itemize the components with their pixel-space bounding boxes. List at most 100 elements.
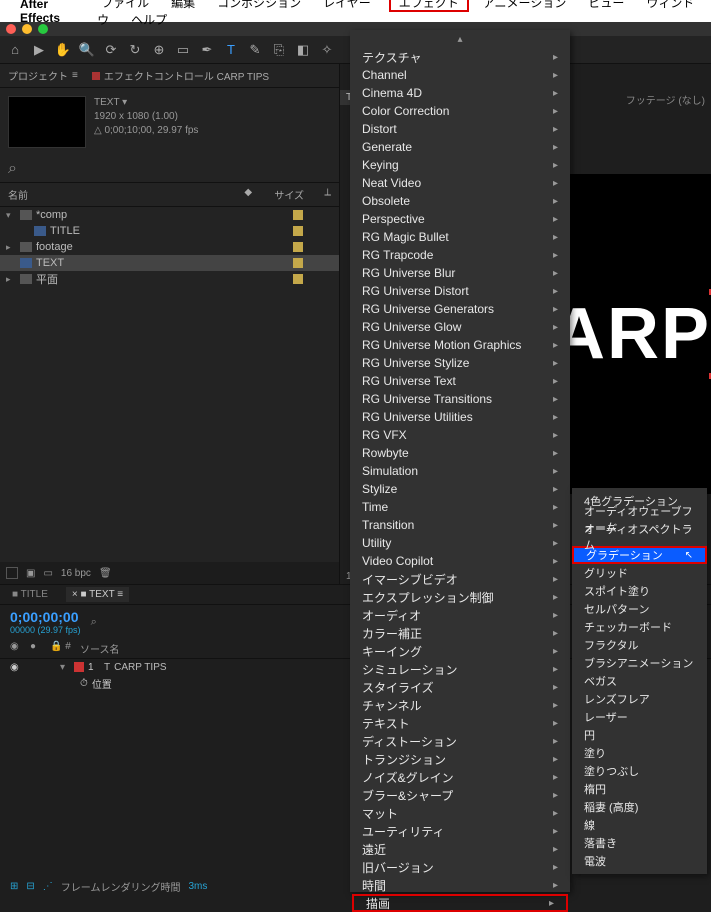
eraser-tool-icon[interactable]: ◧ <box>294 41 312 59</box>
effect-category[interactable]: 描画▸ <box>352 894 568 912</box>
search-icon[interactable]: ⌕ <box>91 616 97 629</box>
effect-category[interactable]: RG Universe Text▸ <box>350 372 570 390</box>
effect-category[interactable]: ディストーション▸ <box>350 732 570 750</box>
overflow-icon[interactable]: ⟂ <box>324 187 331 202</box>
project-tree[interactable]: ▾*compTITLE▸footageTEXT▸平面 <box>0 207 339 287</box>
effect-category[interactable]: 時間▸ <box>350 876 570 894</box>
rect-tool-icon[interactable]: ▭ <box>174 41 192 59</box>
scroll-up-icon[interactable]: ▴ <box>350 34 570 48</box>
effect-category[interactable]: マット▸ <box>350 804 570 822</box>
anchor-tool-icon[interactable]: ⊕ <box>150 41 168 59</box>
rotate-tool-icon[interactable]: ↻ <box>126 41 144 59</box>
type-tool-icon[interactable]: T <box>222 41 240 59</box>
effect-item[interactable]: 落書き <box>572 834 707 852</box>
effect-category[interactable]: Neat Video▸ <box>350 174 570 192</box>
effect-category[interactable]: トランジション▸ <box>350 750 570 768</box>
effect-category[interactable]: RG VFX▸ <box>350 426 570 444</box>
menu-レイヤー[interactable]: レイヤー <box>319 0 375 12</box>
effect-item[interactable]: レンズフレア <box>572 690 707 708</box>
effect-item[interactable]: 塗りつぶし <box>572 762 707 780</box>
menu-アニメーション[interactable]: アニメーション <box>479 0 571 12</box>
effect-controls-tab[interactable]: エフェクトコントロール CARP TIPS <box>92 68 269 83</box>
source-name-header[interactable]: ソース名 <box>80 641 120 656</box>
effect-category[interactable]: スタイライズ▸ <box>350 678 570 696</box>
effect-category[interactable]: Distort▸ <box>350 120 570 138</box>
effect-category[interactable]: 旧バージョン▸ <box>350 858 570 876</box>
zoom-tool-icon[interactable]: 🔍 <box>78 41 96 59</box>
toggle-modes-icon[interactable]: ⊟ <box>26 881 34 892</box>
menu-エフェクト[interactable]: エフェクト <box>389 0 469 12</box>
minimize-icon[interactable] <box>22 24 32 34</box>
effect-category[interactable]: RG Universe Distort▸ <box>350 282 570 300</box>
effect-item[interactable]: セルパターン <box>572 600 707 618</box>
trash-icon[interactable]: 🗑 <box>99 568 112 579</box>
effect-item[interactable]: グラデーション↖ <box>572 546 707 564</box>
effect-item[interactable]: フラクタル <box>572 636 707 654</box>
bpc-toggle[interactable]: 16 bpc <box>61 568 91 579</box>
effect-category[interactable]: 遠近▸ <box>350 840 570 858</box>
effect-category[interactable]: Keying▸ <box>350 156 570 174</box>
effect-category[interactable]: イマーシブビデオ▸ <box>350 570 570 588</box>
effect-category[interactable]: テキスト▸ <box>350 714 570 732</box>
effect-category[interactable]: Utility▸ <box>350 534 570 552</box>
effect-category[interactable]: RG Trapcode▸ <box>350 246 570 264</box>
orbit-icon[interactable]: ⟳ <box>102 41 120 59</box>
effect-item[interactable]: スポイト塗り <box>572 582 707 600</box>
effect-item[interactable]: オーディオスペクトラム <box>572 528 707 546</box>
current-timecode[interactable]: 0;00;00;00 <box>10 609 81 625</box>
effect-category[interactable]: Transition▸ <box>350 516 570 534</box>
comp-viewer[interactable]: CARP <box>550 174 711 494</box>
brush-tool-icon[interactable]: ✎ <box>246 41 264 59</box>
tag-column[interactable]: ◆ <box>244 187 274 202</box>
label-color-icon[interactable] <box>74 662 84 672</box>
effect-category[interactable]: チャンネル▸ <box>350 696 570 714</box>
effect-item[interactable]: 電波 <box>572 852 707 870</box>
effect-category[interactable]: Video Copilot▸ <box>350 552 570 570</box>
effect-menu[interactable]: ▴ テクスチャ▸Channel▸Cinema 4D▸Color Correcti… <box>350 30 570 892</box>
effect-category[interactable]: キーイング▸ <box>350 642 570 660</box>
menu-編集[interactable]: 編集 <box>167 0 199 12</box>
roto-tool-icon[interactable]: ✧ <box>318 41 336 59</box>
effect-category[interactable]: Time▸ <box>350 498 570 516</box>
project-item[interactable]: TITLE <box>0 223 339 239</box>
timeline-tab-text[interactable]: × ■ TEXT ≡ <box>66 587 129 602</box>
effect-category[interactable]: RG Universe Blur▸ <box>350 264 570 282</box>
effect-category[interactable]: RG Universe Transitions▸ <box>350 390 570 408</box>
new-comp-icon[interactable]: ▣ <box>26 568 35 579</box>
effect-category[interactable]: ユーティリティ▸ <box>350 822 570 840</box>
pen-tool-icon[interactable]: ✒ <box>198 41 216 59</box>
effect-category[interactable]: Stylize▸ <box>350 480 570 498</box>
effect-item[interactable]: グリッド <box>572 564 707 582</box>
viewer-text[interactable]: CARP <box>550 293 711 375</box>
effect-category[interactable]: RG Universe Glow▸ <box>350 318 570 336</box>
effect-category[interactable]: テクスチャ▸ <box>350 48 570 66</box>
menu-ビュー[interactable]: ビュー <box>584 0 628 12</box>
effect-category[interactable]: RG Universe Generators▸ <box>350 300 570 318</box>
effect-item[interactable]: 線 <box>572 816 707 834</box>
effect-item[interactable]: 楕円 <box>572 780 707 798</box>
effect-category[interactable]: Cinema 4D▸ <box>350 84 570 102</box>
selection-tool-icon[interactable]: ▶ <box>30 41 48 59</box>
project-item[interactable]: ▸footage <box>0 239 339 255</box>
effect-category[interactable]: RG Universe Utilities▸ <box>350 408 570 426</box>
menu-ヘルプ[interactable]: ヘルプ <box>127 11 171 29</box>
hand-tool-icon[interactable]: ✋ <box>54 41 72 59</box>
effect-category[interactable]: RG Magic Bullet▸ <box>350 228 570 246</box>
effect-category[interactable]: RG Universe Motion Graphics▸ <box>350 336 570 354</box>
effect-category[interactable]: Rowbyte▸ <box>350 444 570 462</box>
comp-thumbnail[interactable] <box>8 96 86 148</box>
effect-category[interactable]: Simulation▸ <box>350 462 570 480</box>
interpret-icon[interactable] <box>6 567 18 579</box>
size-column[interactable]: サイズ <box>274 187 324 202</box>
project-item[interactable]: ▾*comp <box>0 207 339 223</box>
effect-item[interactable]: ベガス <box>572 672 707 690</box>
effect-category[interactable]: RG Universe Stylize▸ <box>350 354 570 372</box>
effect-category[interactable]: ノイズ&グレイン▸ <box>350 768 570 786</box>
maximize-icon[interactable] <box>38 24 48 34</box>
search-icon[interactable]: ⌕ <box>8 160 22 174</box>
effect-item[interactable]: ブラシアニメーション <box>572 654 707 672</box>
effect-category[interactable]: Obsolete▸ <box>350 192 570 210</box>
toggle-switches-icon[interactable]: ⊞ <box>10 881 18 892</box>
name-column[interactable]: 名前 <box>8 187 244 202</box>
stopwatch-icon[interactable]: ⏱ <box>80 678 88 689</box>
